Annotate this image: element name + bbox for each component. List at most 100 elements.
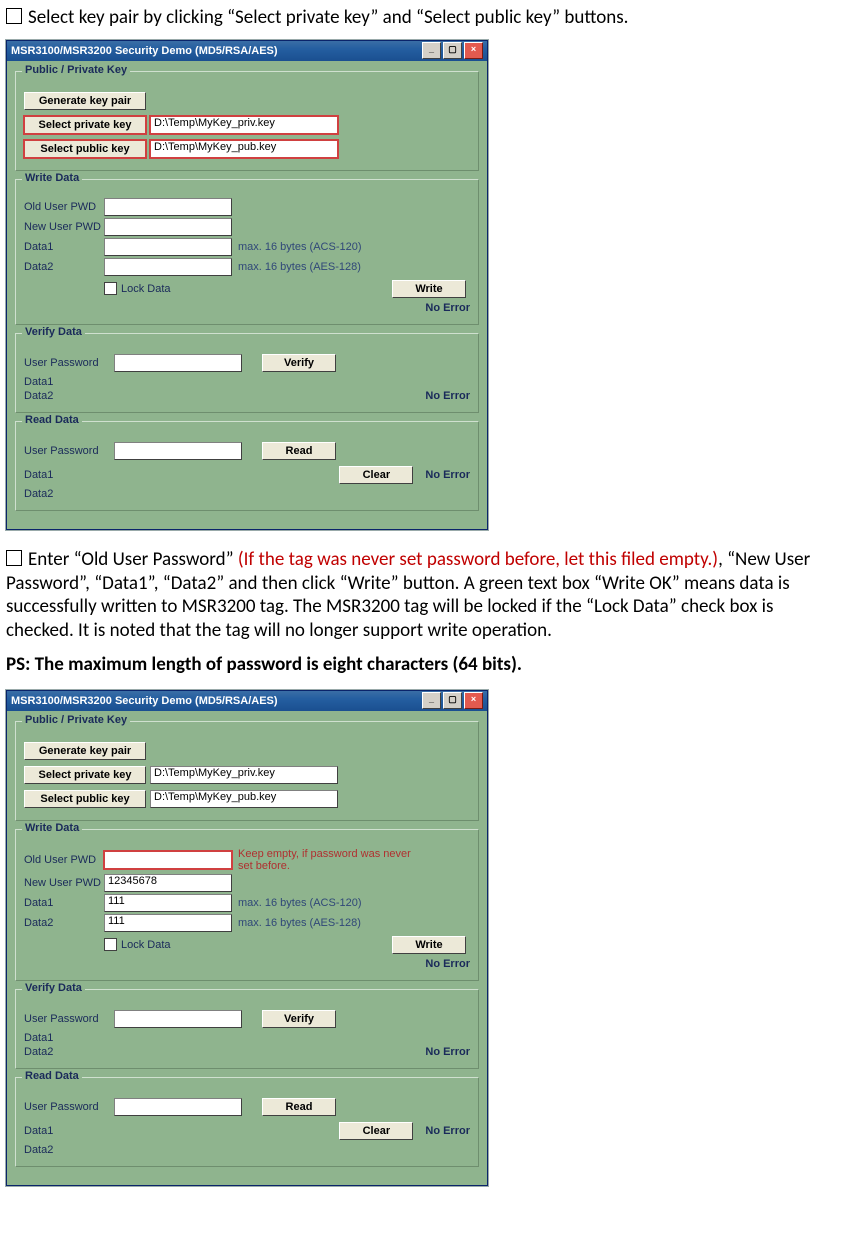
select-public-key-button[interactable]: Select public key	[24, 140, 146, 158]
titlebar: MSR3100/MSR3200 Security Demo (MD5/RSA/A…	[7, 41, 487, 61]
group-write-label: Write Data	[22, 822, 82, 834]
read-status: No Error	[417, 1125, 470, 1137]
group-verify: Verify Data User PasswordVerify Data1 Da…	[15, 333, 479, 413]
generate-key-button[interactable]: Generate key pair	[24, 742, 146, 760]
new-pwd-label: New User PWD	[24, 877, 104, 889]
read-button[interactable]: Read	[262, 442, 336, 460]
maximize-icon[interactable]: ▢	[443, 692, 462, 709]
private-key-path[interactable]: D:\Temp\MyKey_priv.key	[150, 116, 338, 134]
bullet-box-icon	[6, 550, 22, 566]
group-verify-label: Verify Data	[22, 982, 85, 994]
group-keys-label: Public / Private Key	[22, 64, 130, 76]
dialog-screenshot-2: MSR3100/MSR3200 Security Demo (MD5/RSA/A…	[6, 690, 488, 1186]
verify-pwd-label: User Password	[24, 1013, 114, 1025]
group-write: Write Data Old User PWDKeep empty, if pa…	[15, 829, 479, 981]
read-button[interactable]: Read	[262, 1098, 336, 1116]
data2-input[interactable]	[104, 258, 232, 276]
old-pwd-input[interactable]	[104, 851, 232, 869]
read-status: No Error	[417, 469, 470, 481]
step-1-content: Select key pair by clicking “Select priv…	[28, 6, 628, 29]
step-2-a: Enter “Old User Password”	[28, 548, 238, 571]
verify-data2-label: Data2	[24, 1046, 104, 1058]
group-read-label: Read Data	[22, 1070, 82, 1082]
private-key-path[interactable]: D:\Temp\MyKey_priv.key	[150, 766, 338, 784]
read-pwd-input[interactable]	[114, 1098, 242, 1116]
clear-button[interactable]: Clear	[339, 1122, 413, 1140]
data2-hint: max. 16 bytes (AES-128)	[238, 261, 361, 273]
old-pwd-label: Old User PWD	[24, 854, 104, 866]
group-read-label: Read Data	[22, 414, 82, 426]
data1-input[interactable]	[104, 238, 232, 256]
group-verify-label: Verify Data	[22, 326, 85, 338]
close-icon[interactable]: ×	[464, 42, 483, 59]
old-pwd-label: Old User PWD	[24, 201, 104, 213]
verify-status: No Error	[417, 390, 470, 402]
data2-label: Data2	[24, 261, 104, 273]
window-title: MSR3100/MSR3200 Security Demo (MD5/RSA/A…	[11, 695, 278, 707]
read-data1-label: Data1	[24, 469, 104, 481]
titlebar: MSR3100/MSR3200 Security Demo (MD5/RSA/A…	[7, 691, 487, 711]
generate-key-button[interactable]: Generate key pair	[24, 92, 146, 110]
minimize-icon[interactable]: _	[422, 42, 441, 59]
write-button[interactable]: Write	[392, 936, 466, 954]
verify-status: No Error	[417, 1046, 470, 1058]
step-1-text: Select key pair by clicking “Select priv…	[6, 6, 842, 30]
dialog-screenshot-1: MSR3100/MSR3200 Security Demo (MD5/RSA/A…	[6, 40, 488, 530]
read-data2-label: Data2	[24, 488, 104, 500]
group-write: Write Data Old User PWD New User PWD Dat…	[15, 179, 479, 325]
data1-label: Data1	[24, 897, 104, 909]
verify-button[interactable]: Verify	[262, 1010, 336, 1028]
group-keys: Public / Private Key Generate key pair S…	[15, 721, 479, 821]
write-status: No Error	[417, 958, 470, 970]
data2-label: Data2	[24, 917, 104, 929]
data2-hint: max. 16 bytes (AES-128)	[238, 917, 361, 929]
read-pwd-input[interactable]	[114, 442, 242, 460]
verify-data1-label: Data1	[24, 376, 104, 388]
verify-button[interactable]: Verify	[262, 354, 336, 372]
bullet-box-icon	[6, 8, 22, 24]
select-public-key-button[interactable]: Select public key	[24, 790, 146, 808]
data1-input[interactable]: 111	[104, 894, 232, 912]
public-key-path[interactable]: D:\Temp\MyKey_pub.key	[150, 140, 338, 158]
group-verify: Verify Data User PasswordVerify Data1 Da…	[15, 989, 479, 1069]
window-title: MSR3100/MSR3200 Security Demo (MD5/RSA/A…	[11, 45, 278, 57]
public-key-path[interactable]: D:\Temp\MyKey_pub.key	[150, 790, 338, 808]
new-pwd-input[interactable]	[104, 218, 232, 236]
maximize-icon[interactable]: ▢	[443, 42, 462, 59]
lock-data-checkbox[interactable]	[104, 938, 117, 951]
select-private-key-button[interactable]: Select private key	[24, 116, 146, 134]
verify-data2-label: Data2	[24, 390, 104, 402]
read-data2-label: Data2	[24, 1144, 104, 1156]
data1-hint: max. 16 bytes (ACS-120)	[238, 897, 362, 909]
lock-data-checkbox[interactable]	[104, 282, 117, 295]
write-button[interactable]: Write	[392, 280, 466, 298]
group-write-label: Write Data	[22, 172, 82, 184]
verify-data1-label: Data1	[24, 1032, 104, 1044]
select-private-key-button[interactable]: Select private key	[24, 766, 146, 784]
lock-data-label: Lock Data	[121, 939, 171, 951]
new-pwd-input[interactable]: 12345678	[104, 874, 232, 892]
old-pwd-input[interactable]	[104, 198, 232, 216]
verify-pwd-input[interactable]	[114, 354, 242, 372]
step-2-text: Enter “Old User Password” (If the tag wa…	[6, 548, 842, 643]
verify-pwd-label: User Password	[24, 357, 114, 369]
group-keys: Public / Private Key Generate key pair S…	[15, 71, 479, 171]
clear-button[interactable]: Clear	[339, 466, 413, 484]
close-icon[interactable]: ×	[464, 692, 483, 709]
data2-input[interactable]: 111	[104, 914, 232, 932]
keep-empty-hint: Keep empty, if password was never set be…	[238, 848, 428, 872]
read-pwd-label: User Password	[24, 445, 114, 457]
group-read: Read Data User PasswordRead Data1ClearNo…	[15, 1077, 479, 1167]
new-pwd-label: New User PWD	[24, 221, 104, 233]
ps-note: PS: The maximum length of password is ei…	[6, 653, 842, 676]
lock-data-label: Lock Data	[121, 283, 171, 295]
step-2-red: (If the tag was never set password befor…	[238, 548, 718, 571]
read-data1-label: Data1	[24, 1125, 104, 1137]
minimize-icon[interactable]: _	[422, 692, 441, 709]
group-read: Read Data User PasswordRead Data1ClearNo…	[15, 421, 479, 511]
group-keys-label: Public / Private Key	[22, 714, 130, 726]
verify-pwd-input[interactable]	[114, 1010, 242, 1028]
data1-label: Data1	[24, 241, 104, 253]
data1-hint: max. 16 bytes (ACS-120)	[238, 241, 362, 253]
read-pwd-label: User Password	[24, 1101, 114, 1113]
